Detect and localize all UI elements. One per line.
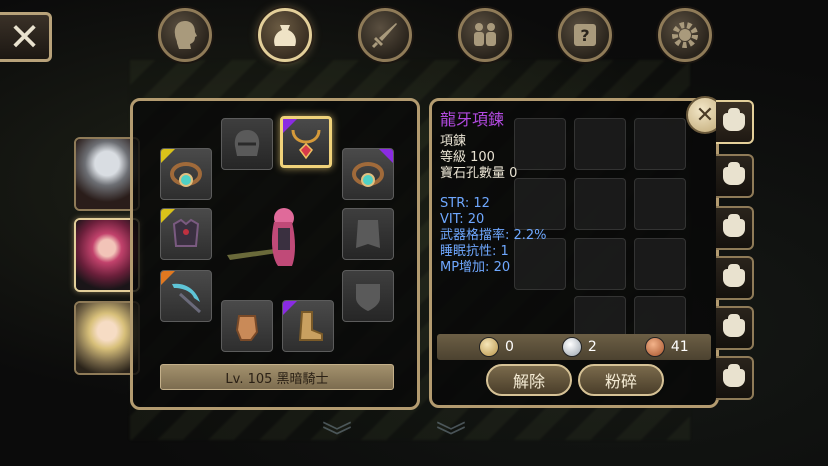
bag-tab-5[interactable]: [716, 306, 754, 350]
bag-tab-2[interactable]: [716, 154, 754, 198]
rarity-corner-purple: [379, 149, 393, 163]
svg-text:?: ?: [580, 26, 589, 45]
item-gem-slots: 寶石孔數量 0: [440, 166, 518, 181]
tab-profile[interactable]: [158, 8, 212, 62]
bag-icon: [723, 264, 745, 287]
rarity-corner-yellow: [161, 149, 175, 163]
tab-bag[interactable]: [258, 8, 312, 62]
people-icon: [474, 23, 496, 46]
sword-icon: [371, 23, 397, 49]
bag-tab-1[interactable]: [716, 100, 754, 144]
scroll-down-hint-icon: ︾: [322, 420, 352, 455]
portrait-blonde-character: [76, 303, 138, 373]
rarity-corner-purple: [283, 301, 297, 315]
item-stat: 睡眠抗性: 1: [440, 244, 509, 259]
portrait-white-hair-character: [76, 139, 138, 209]
close-menu-button[interactable]: ✕: [0, 12, 52, 62]
item-name: 龍牙項鍊: [440, 110, 505, 129]
character-level-bar: Lv. 105 黑暗騎士: [160, 364, 394, 390]
currency-bar: 0 2 41: [437, 334, 711, 360]
equip-slot-gloves[interactable]: [221, 300, 273, 352]
silver-coin-icon: [561, 337, 582, 357]
cloak-icon: [356, 220, 380, 248]
equip-slot-boots[interactable]: [282, 300, 334, 352]
equip-slot-helmet[interactable]: [221, 118, 273, 170]
item-stat: VIT: 20: [440, 212, 485, 227]
unequip-button[interactable]: 解除: [486, 364, 572, 396]
inventory-cell[interactable]: [574, 238, 626, 290]
copper-coin-icon: [644, 337, 665, 357]
gear-icon: [672, 22, 698, 48]
tab-settings[interactable]: [658, 8, 712, 62]
copper-amount: 41: [670, 339, 689, 355]
item-stat: 武器格擋率: 2.2%: [440, 228, 547, 243]
tab-party[interactable]: [458, 8, 512, 62]
bag-tab-3[interactable]: [716, 206, 754, 250]
character-level-text: Lv. 105 黑暗騎士: [225, 371, 329, 387]
inventory-cell[interactable]: [634, 238, 686, 290]
shield-icon: [356, 284, 380, 311]
character-model: [227, 208, 295, 266]
equip-slot-earring-right[interactable]: [342, 148, 394, 200]
gold-amount: 0: [505, 339, 514, 355]
bag-icon: [274, 25, 296, 46]
gold-coin-icon: [479, 337, 499, 357]
scroll-icon: ?: [574, 24, 596, 46]
shatter-label: 粉碎: [604, 372, 637, 391]
equip-slot-shield[interactable]: [342, 270, 394, 322]
inventory-cell[interactable]: [574, 118, 626, 170]
gloves-icon: [235, 315, 259, 341]
equip-slot-cloak[interactable]: [342, 208, 394, 260]
portrait-pink-hair-character: [76, 220, 138, 290]
tab-skills[interactable]: [358, 8, 412, 62]
equip-slot-weapon[interactable]: [160, 270, 212, 322]
bag-icon: [723, 364, 745, 387]
scroll-down-hint-icon: ︾: [436, 420, 466, 455]
unequip-label: 解除: [512, 372, 545, 391]
inventory-cell[interactable]: [574, 178, 626, 230]
rarity-corner-purple: [283, 119, 297, 133]
item-level: 等級 100: [440, 150, 495, 165]
head-icon: [174, 21, 197, 49]
inventory-cell[interactable]: [634, 118, 686, 170]
rarity-corner-yellow: [161, 209, 175, 223]
bag-icon: [723, 162, 745, 185]
rarity-corner-orange: [161, 271, 175, 285]
silver-amount: 2: [587, 339, 597, 355]
bag-tab-6[interactable]: [716, 356, 754, 400]
item-detail-text: 龍牙項鍊 項鍊 等級 100 寶石孔數量 0 STR: 12 VIT: 20 武…: [440, 112, 547, 276]
tab-quest[interactable]: ?: [558, 8, 612, 62]
bag-icon: [723, 314, 745, 337]
close-icon: ✕: [8, 15, 41, 59]
shatter-button[interactable]: 粉碎: [578, 364, 664, 396]
bag-icon: [723, 214, 745, 237]
equip-slot-armor[interactable]: [160, 208, 212, 260]
close-icon: ✕: [695, 102, 715, 128]
inventory-cell[interactable]: [634, 178, 686, 230]
bag-tab-4[interactable]: [716, 256, 754, 300]
item-stat: STR: 12: [440, 196, 490, 211]
helmet-icon: [234, 130, 260, 156]
equip-slot-earring-left[interactable]: [160, 148, 212, 200]
bag-icon: [723, 108, 745, 131]
equip-slot-necklace[interactable]: [280, 116, 332, 168]
item-type: 項鍊: [440, 134, 467, 149]
item-stat: MP增加: 20: [440, 260, 511, 275]
